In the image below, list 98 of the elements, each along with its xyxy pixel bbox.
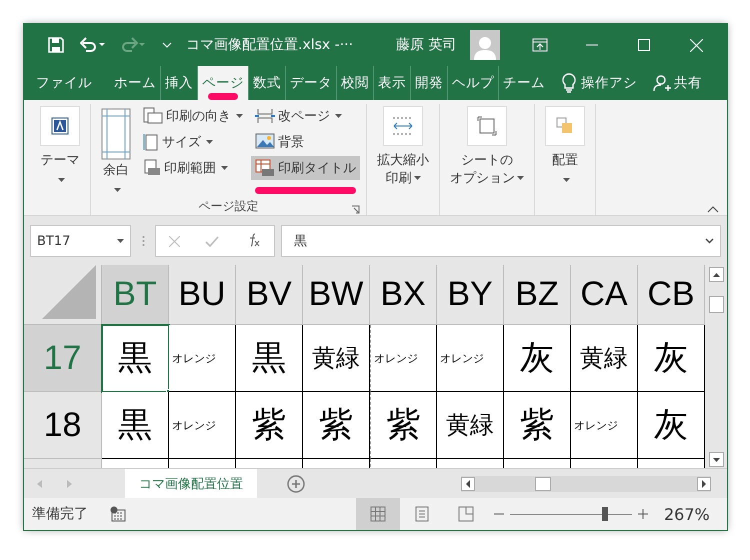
ribbon-button[interactable]: サイズ [139,130,247,154]
tell-me-button[interactable]: 操作アシ [561,66,637,100]
ribbon-button[interactable]: 印刷範囲 [139,156,247,180]
scroll-up-icon[interactable] [708,267,724,282]
column-header[interactable]: CB [638,265,705,325]
user-name: 藤原 英司 [396,36,456,54]
column-header[interactable]: BT [102,265,169,325]
ribbon-button[interactable]: シートの オプション [446,104,528,197]
ribbon-tab[interactable]: ホーム [110,66,160,100]
scroll-down-icon[interactable] [708,452,724,467]
scale-to-fit-icon [391,117,415,135]
table-cell[interactable]: オレンジ [571,392,638,459]
highlight-mark [208,93,238,100]
cancel-icon[interactable] [168,236,180,246]
page-orientation-icon [143,107,163,125]
scroll-thumb[interactable] [708,296,724,313]
table-cell[interactable]: 紫 [236,392,303,459]
sheet-tab[interactable]: コマ画像配置位置 [125,469,257,500]
add-sheet-icon[interactable] [287,474,305,492]
check-icon[interactable] [205,236,220,246]
caret-icon [114,188,120,192]
formula-field[interactable]: 黒 [281,225,721,257]
table-cell[interactable]: 黄緑 [437,392,504,459]
arrange-icon [555,116,575,136]
caret-icon [236,114,243,118]
page-layout-icon [414,506,430,522]
add-person-icon [653,74,671,92]
print-titles-icon [255,159,275,177]
undo-icon[interactable] [80,37,106,53]
zoom-in-icon[interactable] [638,509,648,519]
table-cell[interactable]: オレンジ [437,325,504,392]
table-cell[interactable]: 紫 [504,392,571,459]
scroll-right-icon[interactable] [697,476,711,490]
ribbon-tab[interactable]: ページ [197,66,248,100]
table-cell[interactable]: 黒 [102,392,169,459]
table-cell[interactable]: 灰 [638,392,705,459]
caret-icon [206,140,213,144]
table-cell[interactable]: 紫 [370,392,437,459]
margins-icon [101,108,131,160]
column-header[interactable]: BV [236,265,303,325]
name-box[interactable]: BT17 [30,225,131,257]
scroll-thumb[interactable] [535,476,551,490]
ribbon-tab[interactable]: ファイル [32,66,96,100]
caret-icon [414,176,420,180]
ribbon-button[interactable]: 背景 [251,130,360,154]
macro-record-icon[interactable] [110,506,126,522]
dialog-launcher-icon[interactable] [351,204,360,214]
horizontal-scrollbar[interactable] [461,476,711,492]
zoom-slider-thumb[interactable] [602,507,608,521]
column-header[interactable]: BW [303,265,370,325]
page-size-icon [143,133,159,151]
page-break-preview-icon [458,506,474,522]
ribbon-button[interactable]: 余白 [97,104,135,197]
column-header[interactable]: BX [370,265,437,325]
caret-icon [221,166,228,170]
ribbon-button[interactable]: 拡大縮小 印刷 [373,104,433,197]
customize-caret-icon[interactable] [162,42,172,48]
caret-icon [517,176,524,180]
column-header[interactable]: BY [437,265,504,325]
page-break-icon [255,108,275,124]
column-header[interactable]: CA [571,265,638,325]
table-cell[interactable]: オレンジ [169,392,236,459]
collapse-ribbon-icon[interactable] [707,206,719,213]
ribbon-button[interactable]: テーマ [36,104,84,197]
caret-icon [58,178,64,182]
table-cell[interactable]: 灰 [504,325,571,392]
view-button[interactable] [356,498,400,530]
group-label: ページ設定 [198,198,258,214]
ribbon-button[interactable]: 改ページ [251,104,360,128]
theme-icon [51,117,69,135]
row-header[interactable]: 18 [24,392,102,459]
zoom-level[interactable]: 267% [664,504,710,524]
sheet-options-icon [477,116,497,136]
window-title: コマ画像配置位置.xlsx -··· [186,36,354,54]
table-cell[interactable]: 黒 [102,325,169,392]
expand-caret-icon[interactable] [705,238,714,244]
table-cell[interactable]: オレンジ [370,325,437,392]
column-header[interactable]: BU [169,265,236,325]
normal-view-icon [370,506,386,522]
lightbulb-icon [561,73,577,93]
table-cell[interactable]: 黄緑 [303,325,370,392]
row-header[interactable]: 17 [24,325,102,392]
table-cell[interactable]: オレンジ [169,325,236,392]
background-picture-icon [255,133,275,151]
ribbon-button[interactable]: 印刷の向き [139,104,247,128]
scroll-left-icon[interactable] [461,476,475,490]
caret-icon [335,114,342,118]
column-header[interactable]: BZ [504,265,571,325]
caret-icon [562,178,570,182]
save-icon[interactable] [48,37,64,53]
print-area-icon [143,159,161,177]
table-cell[interactable]: 紫 [303,392,370,459]
ribbon-button[interactable]: 配置 [541,104,589,197]
status-text: 準備完了 [32,505,88,523]
table-cell[interactable]: 黄緑 [571,325,638,392]
share-button[interactable]: 共有 [653,66,702,100]
table-cell[interactable]: 灰 [638,325,705,392]
table-cell[interactable]: 黒 [236,325,303,392]
